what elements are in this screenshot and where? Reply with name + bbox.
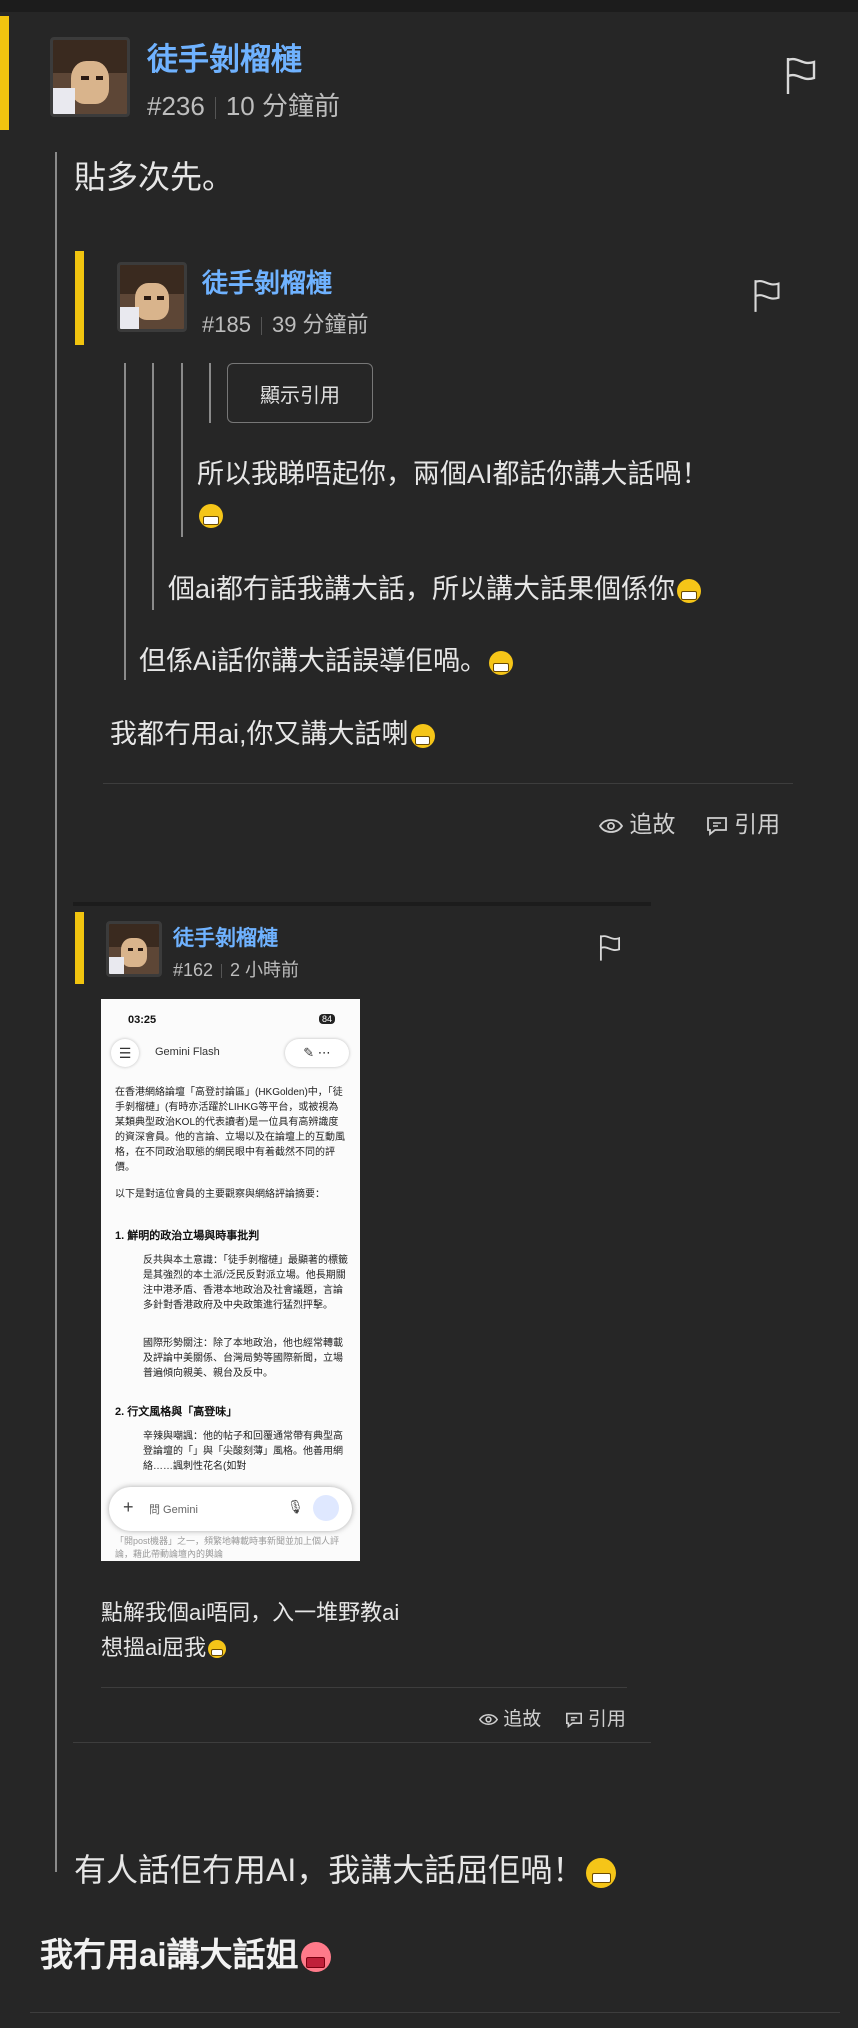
screenshot-bullet: 辛辣與嘲諷：他的帖子和回覆通常帶有典型高登論壇的「」與「尖酸刻薄」風格。他善用網… xyxy=(143,1431,343,1472)
menu-icon[interactable]: ☰ xyxy=(111,1039,139,1067)
divider xyxy=(73,902,651,906)
post-time: 10 分鐘前 xyxy=(225,91,340,121)
follow-action[interactable]: 追故 xyxy=(598,811,682,837)
quote-icon xyxy=(706,817,727,836)
grin-emoji xyxy=(199,504,223,528)
nested-quote-text: 但係Ai話你講大話誤導佢喎。 xyxy=(139,639,514,678)
nested-quote-line xyxy=(209,363,211,423)
grin-emoji xyxy=(410,723,435,748)
screenshot-summary: 以下是對這位會員的主要觀察與網絡評論摘要： xyxy=(115,1189,325,1200)
post-number[interactable]: #185 xyxy=(202,312,251,337)
input-placeholder: 問 Gemini xyxy=(149,1504,198,1516)
nested-quote-line xyxy=(181,363,183,537)
screenshot-bullet: 反共與本土意識：「徒手剝榴槤」最顯著的標籤是其強烈的本土派/泛民反對派立場。他長… xyxy=(143,1255,348,1311)
flag-icon[interactable] xyxy=(784,56,818,96)
quote-body: 想搵ai屈我 xyxy=(101,1630,227,1662)
grin-emoji xyxy=(489,650,514,675)
avatar[interactable] xyxy=(117,262,187,332)
follow-action[interactable]: 追故 xyxy=(478,1709,547,1730)
embedded-screenshot[interactable]: 03:25 84 ☰ Gemini Flash ✎ ⋯ 在香港網絡論壇「高登討論… xyxy=(101,999,360,1561)
mic-icon[interactable]: 🎙 xyxy=(287,1499,304,1515)
quote-actions: 追故 引用 xyxy=(478,1704,626,1731)
quote-highlight-bar xyxy=(75,251,84,345)
grin-emoji xyxy=(208,1640,227,1659)
post-meta: #185 39 分鐘前 xyxy=(202,307,369,339)
divider xyxy=(101,1687,627,1688)
devil-emoji xyxy=(300,1942,331,1973)
nested-quote-text: 個ai都冇話我講大話，所以講大話果個係你 xyxy=(168,567,702,606)
screenshot-intro: 在香港網絡論壇「高登討論區」(HKGolden)中，「徒手剝榴槤」(有時亦活躍於… xyxy=(115,1087,345,1173)
battery-badge: 84 xyxy=(319,1014,336,1024)
post-time: 39 分鐘前 xyxy=(271,312,369,337)
show-quote-button[interactable]: 顯示引用 xyxy=(227,363,373,423)
divider xyxy=(30,2012,840,2013)
plus-icon[interactable]: + xyxy=(123,1497,134,1518)
top-bar xyxy=(0,0,858,12)
quote-action[interactable]: 引用 xyxy=(706,811,780,837)
status-time: 03:25 xyxy=(128,1014,157,1026)
username[interactable]: 徒手剝榴槤 xyxy=(202,263,332,300)
nested-quote-line xyxy=(124,363,126,680)
grin-emoji xyxy=(677,578,702,603)
post-time: 2 小時前 xyxy=(230,960,300,980)
avatar[interactable] xyxy=(50,37,130,117)
app-title[interactable]: Gemini Flash xyxy=(155,1046,220,1058)
username[interactable]: 徒手剝榴槤 xyxy=(173,922,278,952)
quote-body: 我都冇用ai,你又講大話喇 xyxy=(110,712,435,751)
highlight-bar xyxy=(0,16,9,130)
edit-icon[interactable]: ✎ ⋯ xyxy=(285,1039,349,1067)
screenshot-footer: 「開post機器」之一，頻繁地轉載時事新聞並加上個人評論，藉此帶動論壇內的輿論 xyxy=(115,1536,340,1559)
gemini-input[interactable]: + 問 Gemini 🎙 xyxy=(109,1487,352,1531)
nested-quote-text: 所以我睇唔起你，兩個AI都話你講大話喎！ xyxy=(197,459,709,489)
screenshot-heading: 1. 鮮明的政治立場與時事批判 xyxy=(115,1230,260,1242)
flag-icon[interactable] xyxy=(752,278,782,314)
quote-body: 點解我個ai唔同，入一堆野教ai xyxy=(101,1600,400,1625)
avatar[interactable] xyxy=(106,921,162,977)
grin-emoji xyxy=(586,1857,617,1888)
eye-icon xyxy=(598,819,624,833)
post-body-first: 貼多次先。 xyxy=(74,159,235,195)
quote-guide-line xyxy=(55,152,57,1872)
post-meta: #236 10 分鐘前 xyxy=(147,86,340,123)
post-number[interactable]: #236 xyxy=(147,91,205,121)
post-body-last: 有人話佢冇用AI，我講大話屈佢喎！ xyxy=(74,1845,617,1891)
quote-actions: 追故 引用 xyxy=(598,805,780,839)
nested-quote-line xyxy=(152,363,154,610)
quote-highlight-bar xyxy=(75,912,84,984)
post-meta: #162 2 小時前 xyxy=(173,956,299,982)
divider xyxy=(103,783,793,784)
screenshot-bullet: 國際形勢關注：除了本地政治，他也經常轉載及評論中美關係、台灣局勢等國際新聞，立場… xyxy=(143,1338,343,1379)
post-number[interactable]: #162 xyxy=(173,960,213,980)
quote-icon xyxy=(565,1712,582,1729)
quote-action[interactable]: 引用 xyxy=(565,1709,626,1730)
username[interactable]: 徒手剝榴槤 xyxy=(147,34,302,79)
flag-icon[interactable] xyxy=(598,934,622,962)
screenshot-heading: 2. 行文風格與「高登味」 xyxy=(115,1406,238,1418)
voice-icon[interactable] xyxy=(313,1495,339,1521)
reply-body: 我冇用ai講大話姐 xyxy=(40,1928,331,1976)
divider xyxy=(73,1742,651,1743)
eye-icon xyxy=(478,1714,499,1726)
